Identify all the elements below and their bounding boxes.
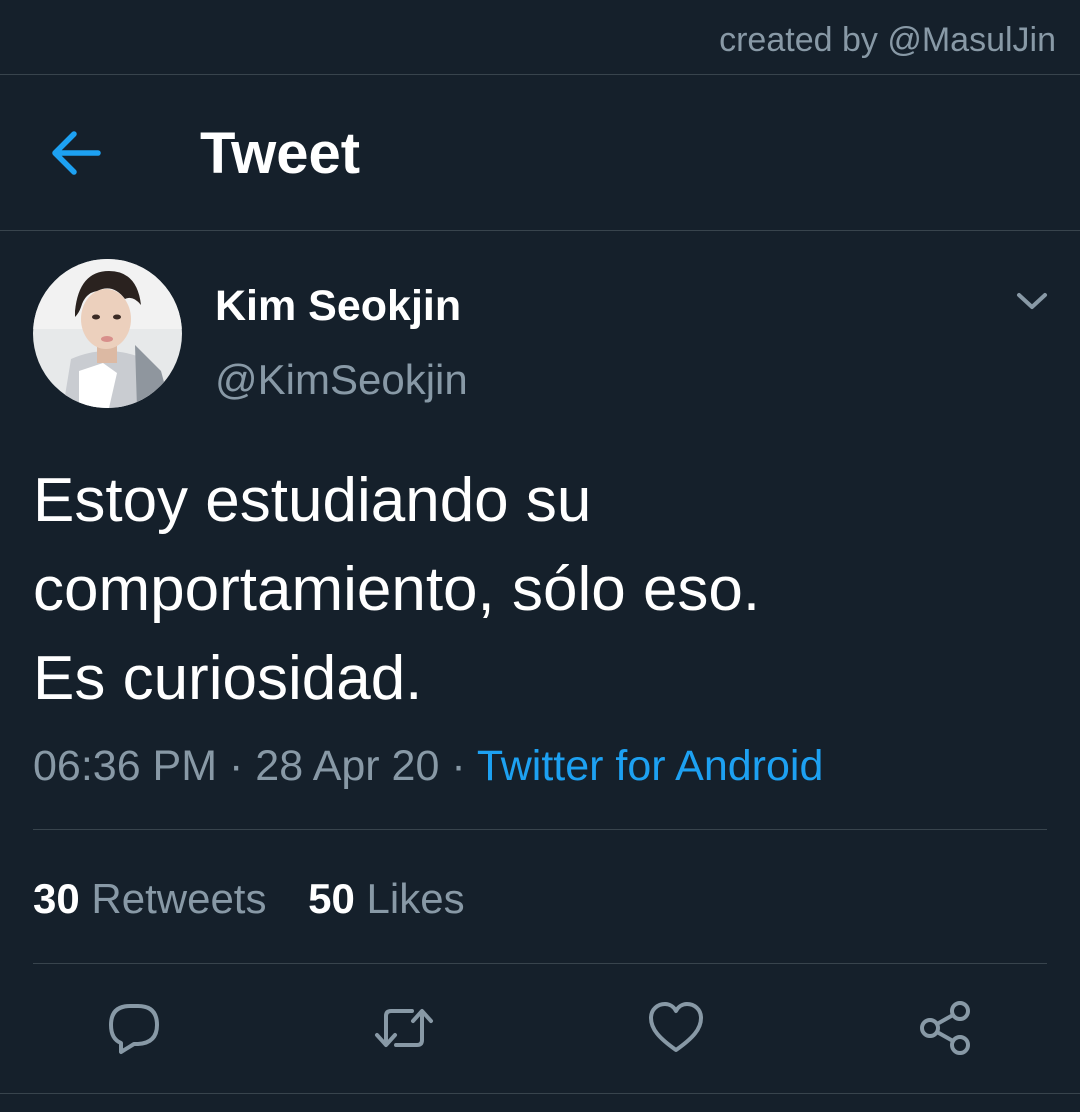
arrow-left-icon	[52, 131, 101, 175]
page-title: Tweet	[200, 121, 361, 186]
divider	[33, 963, 1047, 964]
reply-icon	[109, 1004, 159, 1054]
chevron-down-icon	[1017, 293, 1047, 309]
tweet-stats: 30 Retweets 50 Likes	[33, 873, 495, 925]
back-button[interactable]	[46, 125, 108, 181]
share-icon	[920, 1001, 970, 1055]
share-button[interactable]	[915, 998, 975, 1058]
tweet-text: Estoy estudiando su comportamiento, sólo…	[33, 456, 1033, 723]
more-options-button[interactable]	[1010, 282, 1054, 318]
heart-icon	[649, 1002, 703, 1052]
reply-button[interactable]	[104, 998, 164, 1058]
tweet-metadata: 06:36 PM · 28 Apr 20 · Twitter for Andro…	[33, 738, 823, 794]
tweet-text-line: Estoy estudiando su	[33, 466, 592, 535]
meta-separator: ·	[451, 742, 466, 790]
meta-separator: ·	[229, 742, 244, 790]
divider	[33, 829, 1047, 830]
tweet-text-line: Es curiosidad.	[33, 644, 423, 713]
retweets-stat[interactable]: 30 Retweets	[33, 875, 266, 922]
avatar[interactable]	[33, 259, 182, 408]
retweet-button[interactable]	[374, 998, 434, 1058]
likes-stat[interactable]: 50 Likes	[308, 875, 464, 922]
tweet-text-line: comportamiento, sólo eso.	[33, 555, 761, 624]
retweets-label: Retweets	[91, 875, 267, 922]
likes-label: Likes	[366, 875, 465, 922]
retweet-icon	[375, 1009, 433, 1047]
likes-count: 50	[308, 875, 355, 922]
retweets-count: 30	[33, 875, 80, 922]
author-handle: @KimSeokjin	[215, 356, 468, 403]
watermark-credit: created by @MasulJin	[719, 21, 1056, 59]
tweet-source-link[interactable]: Twitter for Android	[477, 742, 824, 790]
bottom-divider	[0, 1093, 1080, 1112]
author-name[interactable]: Kim Seokjin	[215, 280, 461, 332]
tweet-time: 06:36 PM	[33, 742, 218, 790]
like-button[interactable]	[646, 998, 706, 1058]
profile-photo	[33, 259, 182, 408]
header-bar: Tweet	[0, 75, 1080, 231]
tweet-date: 28 Apr 20	[255, 742, 440, 790]
